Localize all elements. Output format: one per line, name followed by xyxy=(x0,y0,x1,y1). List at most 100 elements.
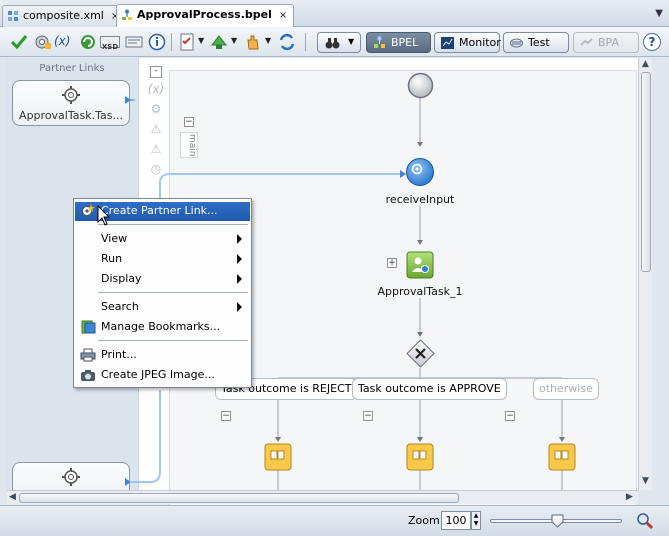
receive-input-label: receiveInput xyxy=(385,193,455,206)
collapse-icon[interactable]: - xyxy=(150,66,162,78)
test-icon xyxy=(510,38,523,48)
toolbar-separator xyxy=(305,33,306,51)
vertical-scroll-thumb[interactable] xyxy=(641,72,651,272)
pill-label: BPEL xyxy=(391,36,419,49)
partner-link-label: ApprovalTask.Tas... xyxy=(19,109,123,122)
print-icon xyxy=(80,348,96,362)
human-task-node[interactable] xyxy=(406,251,434,279)
menu-item-label: Create Partner Link... xyxy=(101,204,218,217)
checklist-icon[interactable] xyxy=(176,31,198,53)
otherwise-label[interactable]: otherwise xyxy=(533,378,599,400)
clock-icon[interactable]: ◷ xyxy=(147,162,165,178)
tab-composite-xml[interactable]: composite.xml× xyxy=(2,5,127,27)
collapse-icon[interactable]: − xyxy=(221,411,231,421)
menu-item-label: View xyxy=(101,232,128,245)
chevron-down-icon: ▼ xyxy=(348,37,355,46)
menu-item-display[interactable]: Display xyxy=(75,270,250,289)
pill-label: Test xyxy=(528,36,550,49)
tab-approvalprocess-bpel[interactable]: ApprovalProcess.bpel × xyxy=(116,4,295,28)
menu-item-manage-bookmarks[interactable]: Manage Bookmarks... xyxy=(75,318,250,337)
gear-icon xyxy=(62,86,80,104)
validate-icon[interactable] xyxy=(8,31,30,53)
submenu-arrow-icon xyxy=(237,234,242,244)
variables-icon[interactable]: (x) xyxy=(147,82,165,98)
case-activity-otherwise[interactable] xyxy=(548,443,576,471)
settings-icon[interactable] xyxy=(31,31,53,53)
scope-toolbar: - (x) ⚙ ⚠ ⚠ ◷ xyxy=(145,66,167,216)
monitor-view-button[interactable]: Monitor xyxy=(434,32,501,53)
chevron-down-icon[interactable]: ▼ xyxy=(265,36,271,45)
case-activity-reject[interactable] xyxy=(264,443,292,471)
warning-icon[interactable]: ⚠ xyxy=(147,122,165,138)
partner-link-approvaltask[interactable]: ApprovalTask.Tas... xyxy=(12,80,130,126)
menu-item-search[interactable]: Search xyxy=(75,298,250,317)
create-partner-link-icon xyxy=(82,204,95,216)
menu-item-label: Run xyxy=(101,252,123,265)
vertical-scrollbar[interactable]: ▲ ▼ xyxy=(638,58,652,490)
menu-item-print[interactable]: Print... xyxy=(75,346,250,365)
submenu-arrow-icon xyxy=(237,302,242,312)
menu-item-label: Print... xyxy=(101,348,137,361)
collapse-icon[interactable]: − xyxy=(505,411,515,421)
menu-item-view[interactable]: View xyxy=(75,230,250,249)
tab-close-icon[interactable]: × xyxy=(279,10,287,21)
deploy-icon[interactable] xyxy=(208,31,230,53)
bpel-file-icon xyxy=(122,9,132,20)
test-view-button[interactable]: Test xyxy=(503,32,569,53)
variables-icon[interactable]: (x) xyxy=(54,31,76,53)
info-icon[interactable] xyxy=(146,31,168,53)
editor-tab-strip: composite.xml× ApprovalProcess.bpel × ▼ xyxy=(0,0,669,28)
zoom-input[interactable]: 100 xyxy=(441,511,471,530)
expand-icon[interactable]: + xyxy=(387,258,397,268)
case-activity-approve[interactable] xyxy=(406,443,434,471)
receive-input-node[interactable] xyxy=(405,157,435,187)
menu-item-label: Display xyxy=(101,272,142,285)
horizontal-scrollbar[interactable]: ◀ ▶ xyxy=(7,490,638,504)
zoom-status-bar: Zoom: 100 ▲ ▼ xyxy=(0,505,669,536)
hand-icon[interactable] xyxy=(242,31,264,53)
tab-list-dropdown-icon[interactable]: ▼ xyxy=(655,8,663,19)
sync-icon[interactable] xyxy=(276,31,298,53)
gear-icon[interactable]: ⚙ xyxy=(147,102,165,118)
bpel-icon xyxy=(374,36,385,48)
help-icon[interactable]: ? xyxy=(643,33,661,51)
scroll-down-icon[interactable]: ▼ xyxy=(642,476,649,486)
partner-links-title: Partner Links xyxy=(39,63,105,74)
chevron-down-icon[interactable]: ▼ xyxy=(231,36,237,45)
bpel-editor-window: composite.xml× ApprovalProcess.bpel × ▼ (… xyxy=(0,0,669,536)
collapse-icon[interactable]: − xyxy=(363,411,373,421)
warning-icon[interactable]: ⚠ xyxy=(147,142,165,158)
collapse-scope-icon[interactable]: − xyxy=(184,117,194,127)
menu-item-create-jpeg-image[interactable]: Create JPEG Image... xyxy=(75,366,250,385)
zoom-to-fit-icon[interactable] xyxy=(636,512,654,530)
menu-item-label: Manage Bookmarks... xyxy=(101,320,221,333)
camera-icon xyxy=(81,370,95,381)
scroll-left-icon[interactable]: ◀ xyxy=(9,492,16,502)
xml-icon[interactable] xyxy=(123,31,145,53)
submenu-arrow-icon xyxy=(237,254,242,264)
scroll-right-icon[interactable]: ▶ xyxy=(626,492,633,502)
scope-label: main xyxy=(180,132,198,158)
mouse-pointer-icon xyxy=(97,205,111,226)
editor-toolbar: (x) XSD ▼ ▼ ▼ ▼ BPEL Monitor Test BPA ? xyxy=(0,27,669,57)
horizontal-scroll-thumb[interactable] xyxy=(19,493,459,503)
scroll-up-icon[interactable]: ▲ xyxy=(642,59,649,69)
menu-separator xyxy=(98,340,248,341)
xsd-icon[interactable]: XSD xyxy=(100,36,120,51)
gear-icon xyxy=(62,468,80,486)
bpel-view-button[interactable]: BPEL xyxy=(366,32,431,53)
binoculars-icon xyxy=(325,38,340,49)
zoom-label: Zoom: xyxy=(408,514,444,527)
refresh-icon[interactable] xyxy=(77,31,99,53)
menu-item-run[interactable]: Run xyxy=(75,250,250,269)
case-label-approve[interactable]: Task outcome is APPROVE xyxy=(352,378,507,400)
pill-label: BPA xyxy=(598,36,620,49)
switch-node[interactable] xyxy=(406,339,435,368)
start-node[interactable] xyxy=(407,72,434,99)
chevron-down-icon[interactable]: ▼ xyxy=(198,36,204,45)
find-button[interactable]: ▼ xyxy=(317,32,361,53)
bookmarks-icon xyxy=(81,320,96,334)
zoom-slider-thumb[interactable] xyxy=(551,514,564,528)
zoom-stepper[interactable]: ▲ ▼ xyxy=(471,511,481,530)
menu-item-label: Create JPEG Image... xyxy=(101,368,215,381)
